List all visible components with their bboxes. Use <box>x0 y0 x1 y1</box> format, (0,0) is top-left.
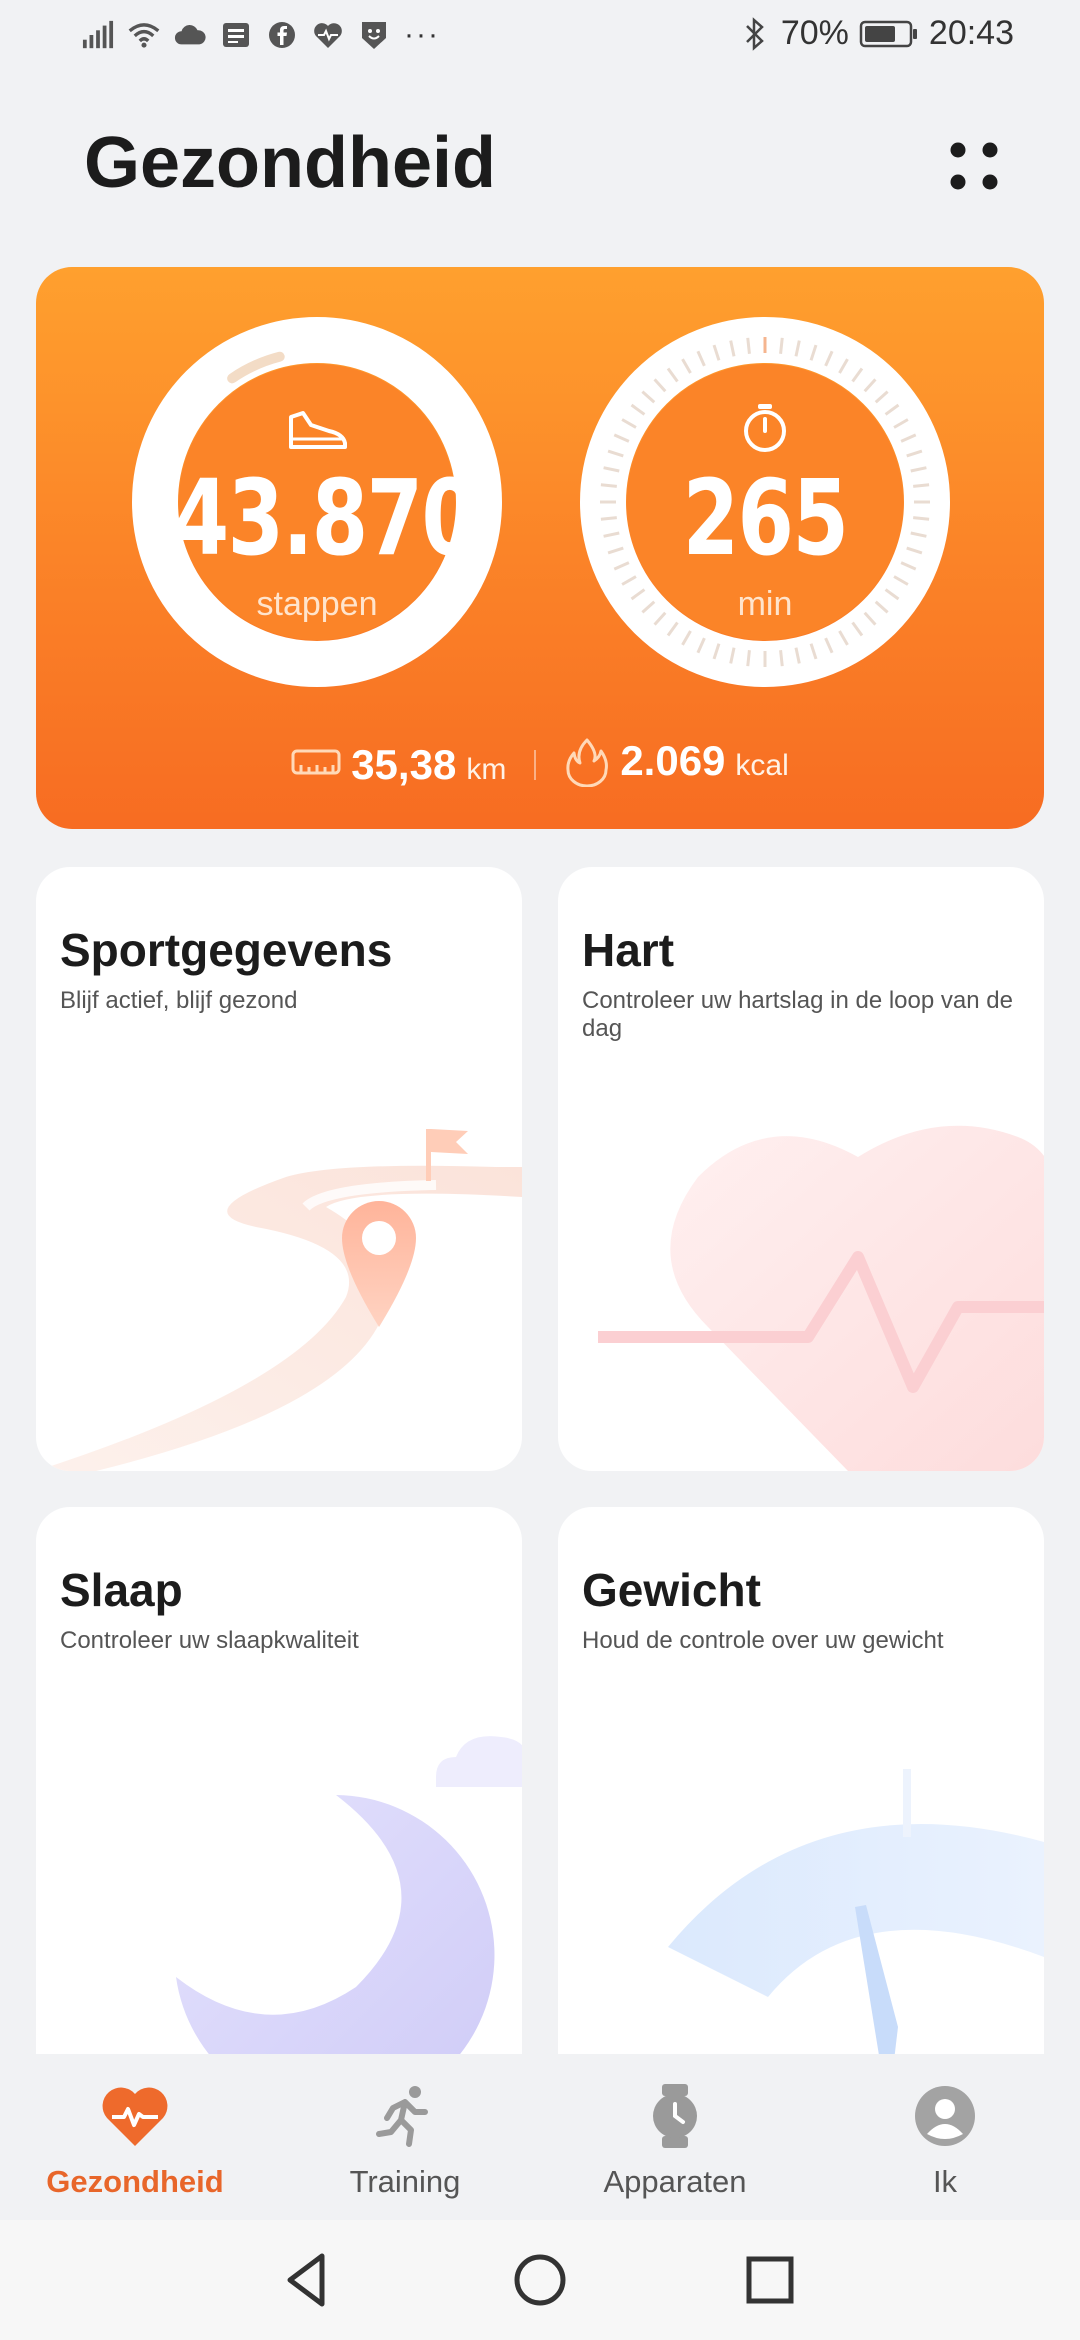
active-time-value: 265 <box>682 457 849 579</box>
signal-icon <box>82 19 114 51</box>
nav-tab-apparaten[interactable]: Apparaten <box>540 2054 810 2220</box>
steps-ring[interactable]: 43.870 stappen <box>132 317 502 687</box>
clock: 20:43 <box>928 14 1014 52</box>
stats-divider <box>534 749 537 780</box>
distance-value: 35,38 <box>351 740 457 788</box>
nav-tab-gezondheid[interactable]: Gezondheid <box>0 2054 270 2220</box>
tile-title: Hart <box>582 924 675 976</box>
time-ring-tick <box>746 337 751 354</box>
notification-icons: ··· <box>82 18 440 52</box>
calories-unit: kcal <box>735 749 789 782</box>
nav-label: Training <box>349 2164 461 2199</box>
runner-icon <box>369 2080 441 2152</box>
calories-stat: 2.069 kcal <box>564 737 789 792</box>
time-ring-tick <box>600 516 617 521</box>
ruler-icon <box>291 747 341 782</box>
time-ring-tick <box>779 337 784 354</box>
heart-pulse-icon <box>99 2080 171 2152</box>
nav-label: Ik <box>932 2164 958 2199</box>
time-ring-tick <box>913 483 930 488</box>
calories-value: 2.069 <box>620 737 726 784</box>
status-bar: ··· 70% 20:43 <box>0 0 1080 76</box>
activity-summary-card[interactable]: 43.870 stappen 265 min 35,38 km 2.069 kc… <box>36 267 1044 829</box>
time-ring-tick <box>913 516 930 521</box>
grid-dots-icon <box>950 142 998 190</box>
tile-subtitle: Blijf actief, blijf gezond <box>60 987 298 1014</box>
time-ring-tick <box>779 650 784 667</box>
shield-face-icon <box>358 19 390 51</box>
bluetooth-icon <box>739 16 771 51</box>
distance-unit: km <box>466 752 507 786</box>
hero-stats-row: 35,38 km 2.069 kcal <box>36 737 1044 792</box>
wifi-icon <box>128 19 160 51</box>
distance-stat: 35,38 km <box>291 741 506 789</box>
tile-subtitle: Controleer uw slaapkwaliteit <box>60 1627 359 1654</box>
nav-tab-training[interactable]: Training <box>270 2054 540 2220</box>
heart-rate-icon <box>312 19 344 51</box>
nav-tab-ik[interactable]: Ik <box>810 2054 1080 2220</box>
steps-unit: stappen <box>256 585 378 623</box>
system-navigation-bar <box>0 2220 1080 2340</box>
recents-icon[interactable] <box>738 2248 802 2312</box>
battery-icon <box>859 19 919 49</box>
back-icon[interactable] <box>276 2248 340 2312</box>
active-time-unit: min <box>737 585 793 623</box>
tile-title: Slaap <box>60 1564 183 1616</box>
battery-percent: 70% <box>780 14 849 52</box>
nav-label: Gezondheid <box>46 2164 224 2199</box>
stopwatch-icon <box>740 401 790 458</box>
nav-label: Apparaten <box>603 2164 747 2199</box>
profile-icon <box>909 2080 981 2152</box>
bottom-navigation: Gezondheid Training Apparaten Ik <box>0 2054 1080 2220</box>
time-ring-tick <box>746 650 751 667</box>
steps-value: 43.870 <box>172 457 478 579</box>
active-time-ring[interactable]: 265 min <box>580 317 950 687</box>
home-icon[interactable] <box>508 2248 572 2312</box>
news-icon <box>220 19 252 51</box>
time-ring-tick <box>600 483 617 488</box>
watch-icon <box>639 2080 711 2152</box>
tile-gewicht[interactable]: Gewicht Houd de controle over uw gewicht <box>558 1507 1044 2111</box>
tile-subtitle: Houd de controle over uw gewicht <box>582 1627 944 1654</box>
system-indicators: 70% 20:43 <box>739 14 1014 53</box>
more-notifications-indicator: ··· <box>404 18 440 51</box>
facebook-icon <box>266 19 298 51</box>
cloud-icon <box>174 19 206 51</box>
tile-subtitle: Controleer uw hartslag in de loop van de… <box>582 987 1013 1042</box>
tile-hart[interactable]: Hart Controleer uw hartslag in de loop v… <box>558 867 1044 1471</box>
flame-icon <box>564 737 610 792</box>
tile-title: Gewicht <box>582 1564 761 1616</box>
tile-sportgegevens[interactable]: Sportgegevens Blijf actief, blijf gezond <box>36 867 522 1471</box>
page-title: Gezondheid <box>84 123 496 203</box>
grid-menu-button[interactable] <box>944 136 1004 196</box>
tile-slaap[interactable]: Slaap Controleer uw slaapkwaliteit <box>36 1507 522 2111</box>
tile-title: Sportgegevens <box>60 924 393 976</box>
shoe-icon <box>285 407 349 456</box>
